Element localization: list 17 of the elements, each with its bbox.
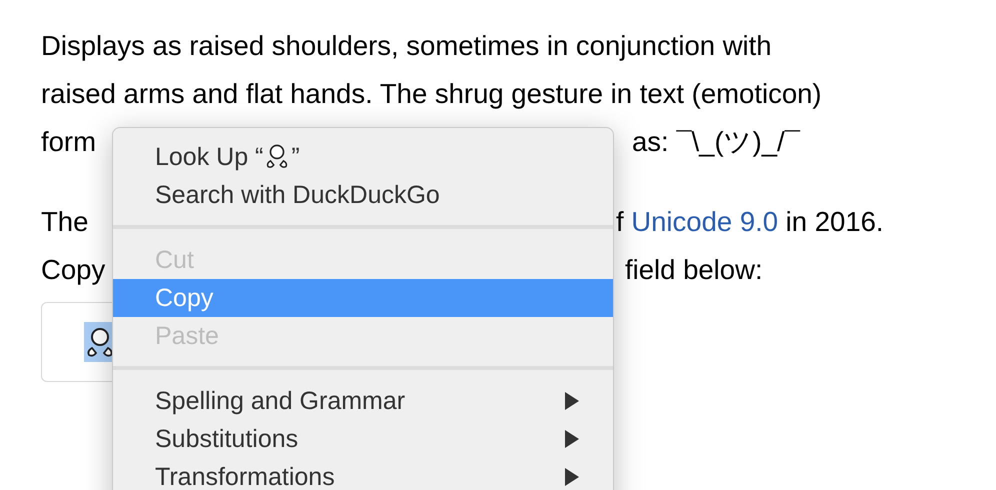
unicode-link[interactable]: Unicode 9.0 (631, 206, 778, 237)
text-fragment: field below: (625, 254, 763, 285)
menu-item[interactable]: Spelling and Grammar (113, 382, 613, 420)
paragraph-line: raised arms and flat hands. The shrug gesture in text (emoticon) (41, 78, 822, 109)
menu-item[interactable]: Transformations (113, 458, 613, 490)
menu-item[interactable]: Search with DuckDuckGo (113, 176, 613, 214)
submenu-arrow-icon (565, 468, 579, 486)
text-fragment: The (41, 205, 88, 239)
text-fragment: f Unicode 9.0 in 2016. (616, 206, 884, 237)
submenu-arrow-icon (565, 430, 579, 448)
submenu-arrow-icon (565, 392, 579, 410)
menu-item[interactable]: Look Up “ ” (113, 138, 613, 176)
text-fragment: Copy (41, 253, 106, 287)
text-fragment: form (41, 125, 96, 159)
text-fragment: as: ¯\_(ツ)_/¯ (632, 126, 800, 157)
paragraph-line: Displays as raised shoulders, sometimes in conjunction with (41, 30, 772, 61)
menu-item[interactable]: Substitutions (113, 420, 613, 458)
